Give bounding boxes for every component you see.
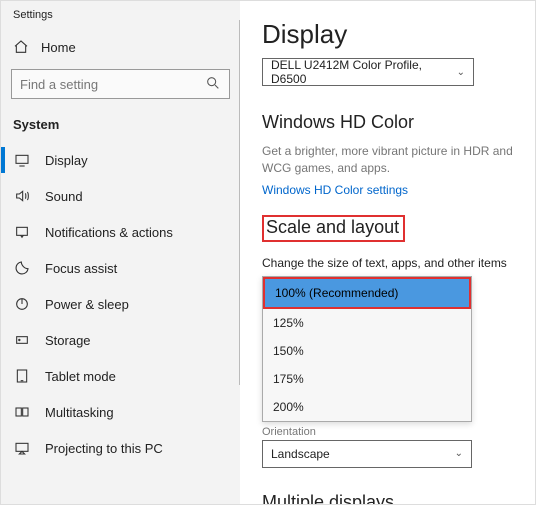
main-content: Display DELL U2412M Color Profile, D6500… bbox=[240, 1, 535, 504]
power-icon bbox=[13, 296, 31, 312]
home-label: Home bbox=[41, 40, 76, 55]
nav-item-projecting[interactable]: Projecting to this PC bbox=[1, 430, 240, 466]
color-profile-select[interactable]: DELL U2412M Color Profile, D6500 ⌄ bbox=[262, 58, 474, 86]
multiple-displays-heading: Multiple displays bbox=[262, 492, 535, 504]
projecting-icon bbox=[13, 440, 31, 456]
home-nav[interactable]: Home bbox=[1, 31, 240, 63]
nav-item-display[interactable]: Display bbox=[1, 142, 240, 178]
nav-item-power-sleep[interactable]: Power & sleep bbox=[1, 286, 240, 322]
nav-item-notifications[interactable]: Notifications & actions bbox=[1, 214, 240, 250]
nav-label: Tablet mode bbox=[45, 369, 116, 384]
orientation-select[interactable]: Landscape ⌄ bbox=[262, 440, 472, 468]
window-title: Settings bbox=[1, 5, 240, 31]
nav-label: Sound bbox=[45, 189, 83, 204]
nav-label: Projecting to this PC bbox=[45, 441, 163, 456]
scale-option-200[interactable]: 200% bbox=[263, 393, 471, 421]
nav-item-sound[interactable]: Sound bbox=[1, 178, 240, 214]
nav-item-storage[interactable]: Storage bbox=[1, 322, 240, 358]
scale-option-100[interactable]: 100% (Recommended) bbox=[263, 277, 471, 309]
sidebar: Settings Home System Display Sound bbox=[1, 1, 240, 504]
page-title: Display bbox=[262, 19, 535, 50]
scale-heading: Scale and layout bbox=[266, 217, 399, 238]
chevron-down-icon: ⌄ bbox=[457, 67, 465, 78]
nav-label: Storage bbox=[45, 333, 91, 348]
hd-color-link[interactable]: Windows HD Color settings bbox=[262, 183, 535, 197]
nav-item-multitasking[interactable]: Multitasking bbox=[1, 394, 240, 430]
nav-label: Notifications & actions bbox=[45, 225, 173, 240]
hd-color-desc: Get a brighter, more vibrant picture in … bbox=[262, 143, 535, 177]
tablet-icon bbox=[13, 368, 31, 384]
nav-label: Power & sleep bbox=[45, 297, 129, 312]
search-box[interactable] bbox=[11, 69, 230, 99]
nav-label: Focus assist bbox=[45, 261, 117, 276]
color-profile-value: DELL U2412M Color Profile, D6500 bbox=[271, 58, 457, 86]
chevron-down-icon: ⌄ bbox=[455, 448, 463, 459]
scale-option-125[interactable]: 125% bbox=[263, 309, 471, 337]
scale-dropdown[interactable]: 100% (Recommended) 125% 150% 175% 200% bbox=[262, 276, 472, 422]
nav-label: Multitasking bbox=[45, 405, 114, 420]
orientation-label: Orientation bbox=[262, 426, 535, 438]
hd-color-heading: Windows HD Color bbox=[262, 112, 535, 133]
focus-icon bbox=[13, 260, 31, 276]
home-icon bbox=[13, 39, 29, 55]
nav-item-tablet-mode[interactable]: Tablet mode bbox=[1, 358, 240, 394]
multitasking-icon bbox=[13, 404, 31, 420]
scale-field-label: Change the size of text, apps, and other… bbox=[262, 256, 535, 270]
nav-item-focus-assist[interactable]: Focus assist bbox=[1, 250, 240, 286]
scale-option-150[interactable]: 150% bbox=[263, 337, 471, 365]
nav-list: Display Sound Notifications & actions Fo… bbox=[1, 142, 240, 466]
notifications-icon bbox=[13, 224, 31, 240]
sound-icon bbox=[13, 188, 31, 204]
nav-label: Display bbox=[45, 153, 88, 168]
orientation-value: Landscape bbox=[271, 447, 330, 461]
section-label: System bbox=[1, 109, 240, 142]
display-icon bbox=[13, 152, 31, 168]
scale-option-175[interactable]: 175% bbox=[263, 365, 471, 393]
search-icon bbox=[205, 75, 221, 94]
search-input[interactable] bbox=[20, 77, 190, 92]
storage-icon bbox=[13, 332, 31, 348]
scale-heading-highlight: Scale and layout bbox=[262, 215, 405, 242]
